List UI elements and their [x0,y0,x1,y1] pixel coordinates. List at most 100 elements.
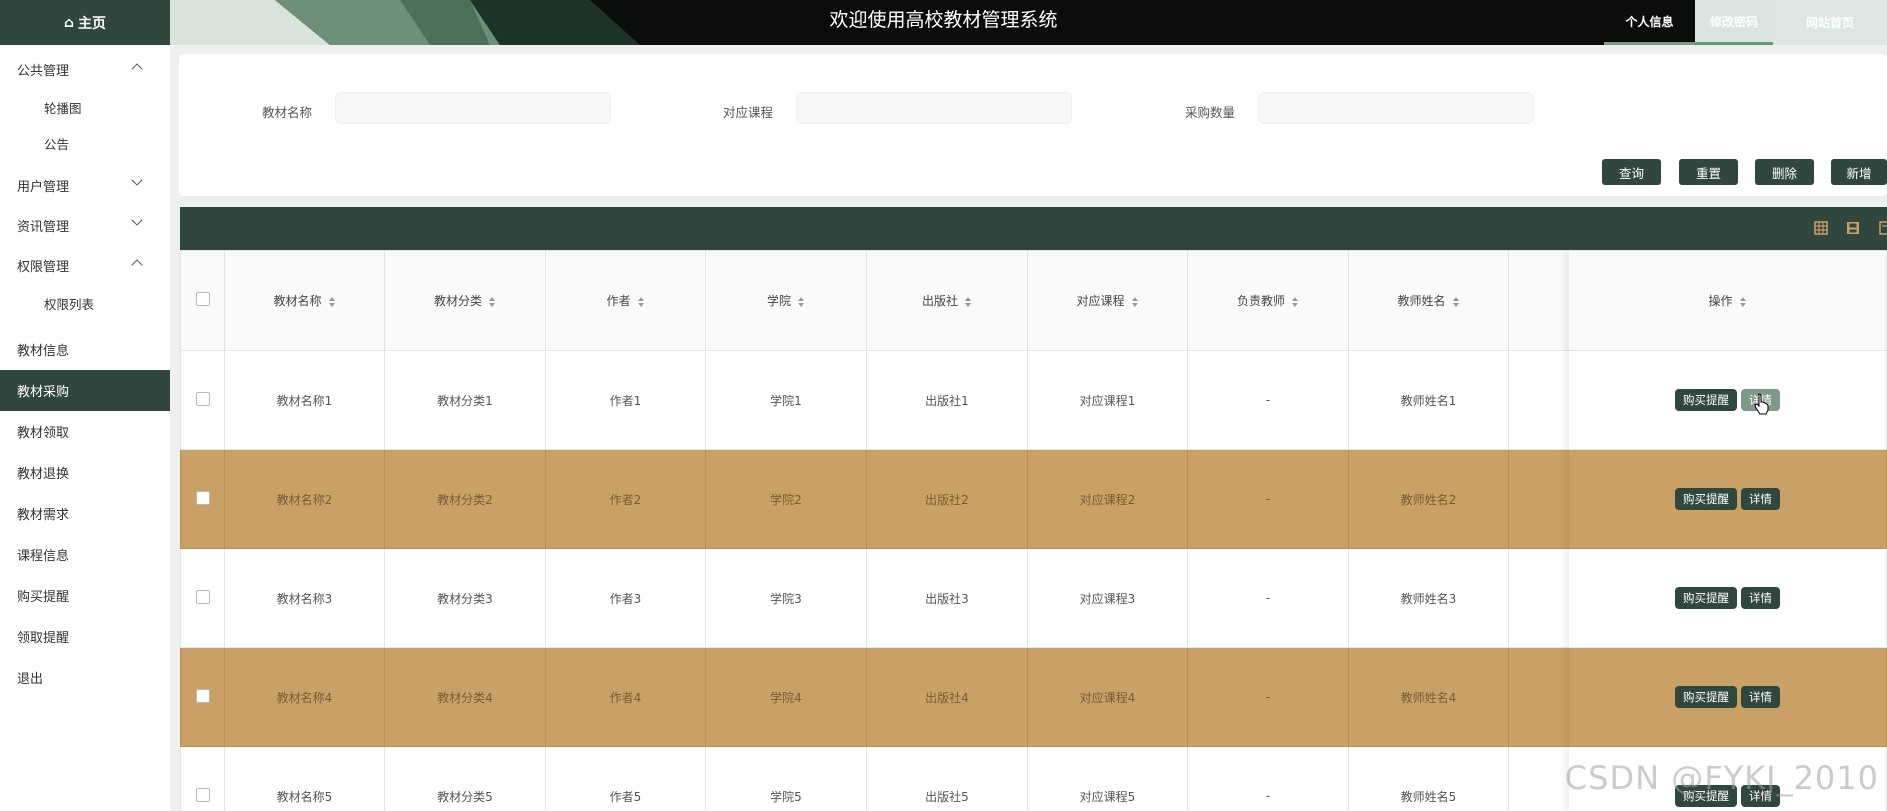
menu-group-news[interactable]: 资讯管理 [0,205,170,245]
col-header-author[interactable]: 作者 [545,250,706,351]
select-all-cell[interactable] [180,250,225,351]
col-header-course[interactable]: 对应课程 [1027,250,1188,351]
row-checkbox[interactable] [195,490,210,505]
col-header-teacher[interactable]: 负责教师 [1187,250,1349,351]
table-row[interactable]: 教材名称5 教材分类5 作者5 学院5 出版社5 对应课程5- 教师姓名5 [180,746,1670,811]
nav-change-password[interactable]: 修改密码 [1695,0,1773,45]
table-main: 教材名称 教材分类 作者 学院 出版社 对应课程 负责教师 教师姓名 教材名称1… [180,250,1670,811]
menu-group-label: 公共管理 [17,63,70,79]
row-checkbox[interactable] [195,688,210,703]
sidebar: 公共管理 轮播图 公告 用户管理 资讯管理 权限管理 权限列表 教材信息 教材采… [0,45,170,811]
chevron-down-icon [131,174,143,186]
sort-icon[interactable] [328,296,336,307]
detail-button[interactable]: 详情 [1741,686,1780,708]
nav-profile[interactable]: 个人信息 [1604,0,1695,45]
menu-item-purchase-reminder[interactable]: 购买提醒 [0,575,170,616]
purchase-reminder-button[interactable]: 购买提醒 [1675,686,1737,708]
sort-icon[interactable] [1739,296,1747,307]
row-select-cell[interactable] [180,548,225,648]
menu-item-permission-list[interactable]: 权限列表 [0,285,170,321]
menu-item-receive-reminder[interactable]: 领取提醒 [0,616,170,657]
row-select-cell[interactable] [180,350,225,450]
select-all-checkbox[interactable] [195,292,210,306]
columns-icon[interactable] [1814,221,1828,235]
menu-item-course-info[interactable]: 课程信息 [0,534,170,575]
menu-group-users[interactable]: 用户管理 [0,165,170,205]
table-row[interactable]: 教材名称3 教材分类3 作者3 学院3 出版社3 对应课程3- 教师姓名3 [180,548,1670,648]
menu-group-label: 权限管理 [17,259,70,275]
sort-icon[interactable] [1452,296,1460,307]
menu-item-textbook-info[interactable]: 教材信息 [0,329,170,370]
menu-item-textbook-receive[interactable]: 教材领取 [0,411,170,452]
detail-button[interactable]: 详情 [1741,587,1780,609]
search-input-course[interactable] [796,92,1072,124]
table-cell: - [1187,647,1349,747]
row-checkbox[interactable] [195,787,210,802]
ops-row: 购买提醒详情 [1569,548,1887,648]
table-cell: 学院1 [705,350,867,450]
menu-item-logout[interactable]: 退出 [0,657,170,698]
table-cell: 出版社1 [866,350,1028,450]
table-cell: 学院5 [705,746,867,811]
query-button[interactable]: 查询 [1602,159,1661,185]
col-header-ops[interactable]: 操作 [1569,250,1887,351]
table-cell: 出版社4 [866,647,1028,747]
purchase-reminder-button[interactable]: 购买提醒 [1675,389,1737,411]
table-cell: 出版社3 [866,548,1028,648]
table-row[interactable]: 教材名称4 教材分类4 作者4 学院4 出版社4 对应课程4- 教师姓名4 [180,647,1670,747]
export-icon[interactable] [1879,221,1887,235]
menu-group-label: 资讯管理 [17,219,70,235]
search-label-name: 教材名称 [262,105,313,120]
chevron-up-icon [131,259,143,271]
menu-group-label: 用户管理 [17,179,70,195]
sort-icon[interactable] [489,296,496,307]
row-select-cell[interactable] [180,647,225,747]
table-cell: 学院2 [705,449,867,549]
search-input-name[interactable] [335,92,611,124]
sort-icon[interactable] [1131,296,1139,307]
row-select-cell[interactable] [180,449,225,549]
print-icon[interactable] [1846,221,1860,235]
table-cell: 对应课程3 [1027,548,1188,648]
search-input-quantity[interactable] [1258,92,1534,124]
col-header-publisher[interactable]: 出版社 [866,250,1028,351]
delete-button[interactable]: 删除 [1755,159,1814,185]
sort-icon[interactable] [1292,296,1299,307]
menu-item-carousel[interactable]: 轮播图 [0,89,170,125]
col-header-teacher-name[interactable]: 教师姓名 [1348,250,1509,351]
menu-item-textbook-purchase[interactable]: 教材采购 [0,370,170,411]
menu-group-permissions[interactable]: 权限管理 [0,245,170,285]
purchase-reminder-button[interactable]: 购买提醒 [1675,488,1737,510]
row-checkbox[interactable] [195,391,210,406]
row-checkbox[interactable] [195,589,210,604]
nav-site-home[interactable]: 网站首页 [1773,0,1887,45]
table-cell: 学院4 [705,647,867,747]
ops-column: 操作 购买提醒详情购买提醒详情购买提醒详情购买提醒详情购买提醒详情 [1569,250,1887,811]
sort-icon[interactable] [798,296,805,307]
row-select-cell[interactable] [180,746,225,811]
menu-group-public[interactable]: 公共管理 [0,49,170,89]
top-nav: 个人信息 修改密码 网站首页 [1604,0,1887,45]
sort-icon[interactable] [965,296,972,307]
ops-cell: 购买提醒详情 [1569,647,1887,747]
ops-cell: 购买提醒详情 [1569,350,1887,450]
reset-button[interactable]: 重置 [1679,159,1738,185]
col-header-college[interactable]: 学院 [705,250,867,351]
menu-item-textbook-demand[interactable]: 教材需求 [0,493,170,534]
watermark: CSDN @FYKJ_2010 [1564,759,1879,797]
table-cell: 教师姓名1 [1348,350,1509,450]
chevron-down-icon [131,214,143,226]
menu-item-textbook-exchange[interactable]: 教材退换 [0,452,170,493]
table-row[interactable]: 教材名称2 教材分类2 作者2 学院2 出版社2 对应课程2- 教师姓名2 [180,449,1670,549]
table-row[interactable]: 教材名称1 教材分类1 作者1 学院1 出版社1 对应课程1- 教师姓名1 [180,350,1670,450]
search-panel: 教材名称 对应课程 采购数量 查询 重置 删除 新增 [179,54,1887,196]
table-cell: 教材名称4 [224,647,385,747]
menu-item-notice[interactable]: 公告 [0,125,170,161]
col-header-name[interactable]: 教材名称 [224,250,385,351]
detail-button[interactable]: 详情 [1741,488,1780,510]
purchase-reminder-button[interactable]: 购买提醒 [1675,587,1737,609]
add-button[interactable]: 新增 [1831,159,1887,185]
table-cell: 出版社5 [866,746,1028,811]
sort-icon[interactable] [637,296,645,307]
col-header-category[interactable]: 教材分类 [384,250,546,351]
